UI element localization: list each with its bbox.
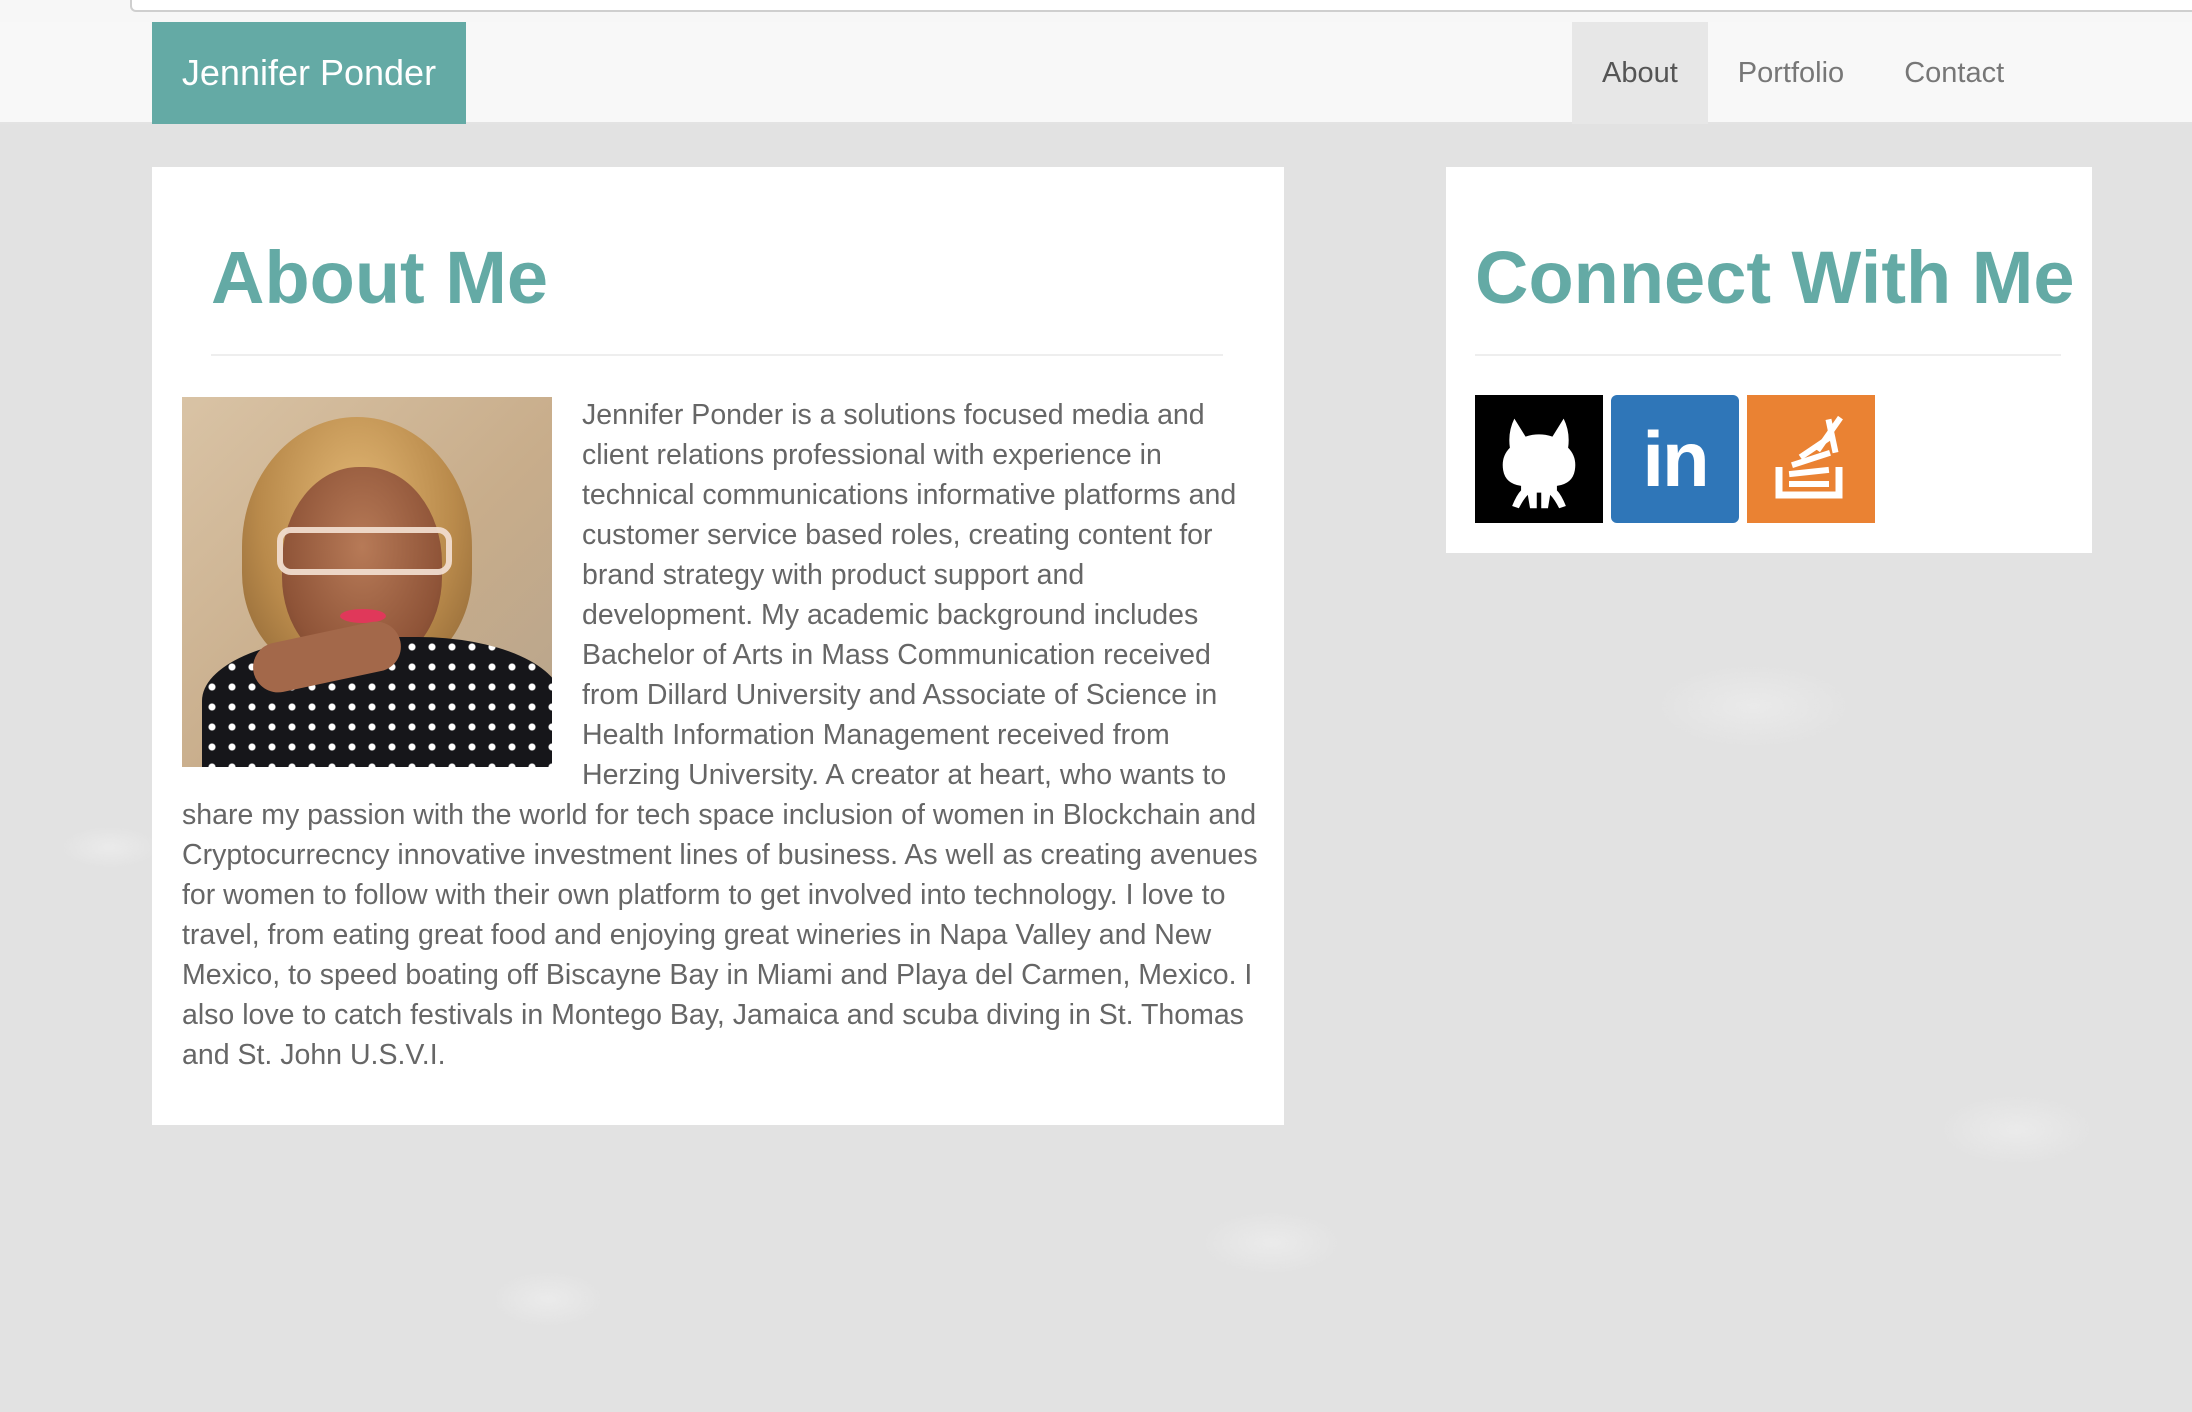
github-link[interactable] [1475,395,1603,523]
connect-divider [1475,354,2061,356]
stackoverflow-link[interactable] [1747,395,1875,523]
brand-link[interactable]: Jennifer Ponder [152,22,466,124]
about-divider [211,354,1223,356]
nav-item-portfolio[interactable]: Portfolio [1708,22,1874,124]
nav-item-contact[interactable]: Contact [1874,22,2034,124]
connect-title: Connect With Me [1475,236,2075,319]
navbar: Jennifer Ponder About Portfolio Contact [0,22,2192,124]
photo-glasses [277,527,452,575]
stackoverflow-icon [1775,415,1843,499]
nav-menu: About Portfolio Contact [1572,22,2034,124]
about-panel: About Me Jennifer Ponder is a solutions … [152,167,1284,1125]
linkedin-icon: in [1642,414,1709,503]
connect-panel: Connect With Me in [1446,167,2092,553]
about-title: About Me [211,236,549,319]
browser-chrome [0,0,2192,22]
github-octocat-icon [1502,418,1576,509]
linkedin-link[interactable]: in [1611,395,1739,523]
address-bar[interactable] [130,0,2192,12]
nav-item-about[interactable]: About [1572,22,1708,124]
social-links: in [1475,395,1875,523]
profile-photo [182,397,552,767]
about-bio: Jennifer Ponder is a solutions focused m… [182,395,1258,1075]
